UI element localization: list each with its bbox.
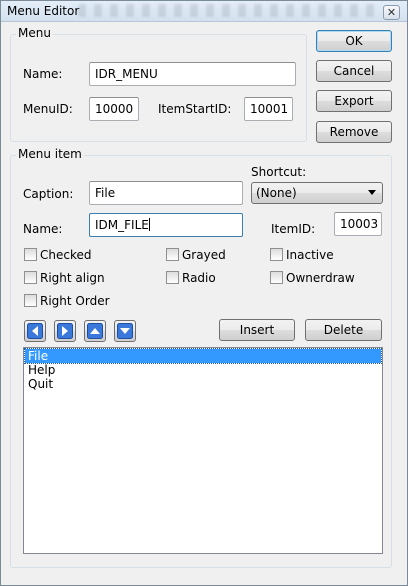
menuid-field[interactable]: 10000 [89, 97, 139, 121]
insert-button[interactable]: Insert [219, 319, 295, 341]
remove-button[interactable]: Remove [316, 121, 392, 143]
list-item[interactable]: Quit [25, 377, 381, 391]
itemstartid-label: ItemStartID: [158, 102, 232, 116]
list-item[interactable]: Help [25, 363, 381, 377]
move-down-button[interactable] [114, 320, 136, 342]
chevron-down-icon [368, 190, 376, 195]
close-button[interactable]: ✕ [383, 5, 400, 20]
itemid-label: ItemID: [271, 222, 316, 236]
window-title: Menu Editor [7, 4, 80, 18]
right-order-checkbox[interactable] [24, 294, 37, 307]
right-arrow-icon [57, 323, 73, 339]
move-up-button[interactable] [84, 320, 106, 342]
cancel-button[interactable]: Cancel [316, 60, 392, 82]
move-left-button[interactable] [24, 320, 46, 342]
item-name-field[interactable]: IDM_FILE [89, 213, 243, 237]
right-order-label: Right Order [40, 294, 110, 308]
text-cursor [148, 218, 150, 231]
shortcut-dropdown[interactable]: (None) [251, 182, 383, 204]
list-item[interactable]: File [24, 348, 382, 364]
blurred-title-region [78, 4, 378, 17]
checked-label: Checked [40, 248, 92, 262]
delete-button[interactable]: Delete [305, 319, 382, 341]
menuid-label: MenuID: [23, 102, 73, 116]
menu-name-field[interactable]: IDR_MENU [89, 62, 296, 86]
item-name-label: Name: [23, 222, 63, 236]
itemid-field[interactable]: 10003 [334, 212, 382, 236]
menu-name-label: Name: [23, 67, 63, 81]
ok-button[interactable]: OK [316, 30, 392, 52]
menu-items-listbox[interactable]: File Help Quit [23, 347, 383, 554]
item-name-value: IDM_FILE [95, 218, 149, 232]
radio-label: Radio [182, 271, 216, 285]
caption-label: Caption: [23, 187, 74, 201]
menu-groupbox [10, 34, 307, 142]
itemstartid-field[interactable]: 10001 [244, 97, 293, 121]
caption-field[interactable]: File [89, 181, 243, 205]
export-button[interactable]: Export [316, 90, 392, 112]
inactive-checkbox[interactable] [270, 248, 283, 261]
checked-checkbox[interactable] [24, 248, 37, 261]
left-arrow-icon [27, 323, 43, 339]
menu-item-group-label: Menu item [16, 147, 84, 161]
inactive-label: Inactive [286, 248, 334, 262]
shortcut-dropdown-value: (None) [256, 186, 297, 200]
up-arrow-icon [87, 323, 103, 339]
radio-checkbox[interactable] [166, 271, 179, 284]
grayed-label: Grayed [182, 248, 226, 262]
menu-group-label: Menu [16, 26, 53, 40]
ownerdraw-checkbox[interactable] [270, 271, 283, 284]
grayed-checkbox[interactable] [166, 248, 179, 261]
down-arrow-icon [117, 323, 133, 339]
shortcut-label: Shortcut: [251, 165, 307, 179]
right-align-checkbox[interactable] [24, 271, 37, 284]
ownerdraw-label: Ownerdraw [286, 271, 355, 285]
move-right-button[interactable] [54, 320, 76, 342]
right-align-label: Right align [40, 271, 105, 285]
